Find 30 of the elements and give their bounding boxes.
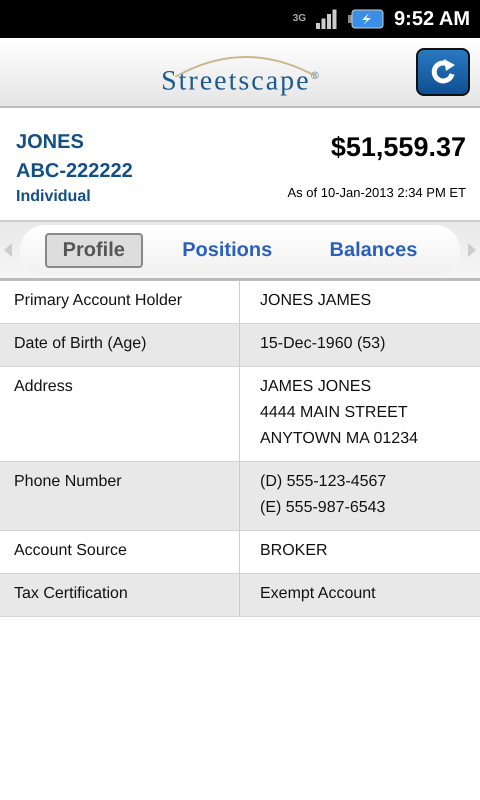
account-number: ABC-222222 [16, 159, 133, 184]
field-value: 15-Dec-1960 (53) [260, 335, 386, 353]
field-value: 4444 MAIN STREET [260, 404, 409, 422]
field-label: Phone Number [0, 462, 240, 530]
signal-icon [316, 9, 338, 29]
account-type: Individual [16, 187, 92, 207]
right-arrow-icon[interactable] [468, 243, 476, 257]
field-value: JONES JAMES [260, 292, 372, 310]
field-value: BROKER [260, 542, 329, 560]
field-label: Tax Certification [0, 574, 240, 616]
field-label: Primary Account Holder [0, 281, 240, 323]
field-value: (D) 555-123-4567 [260, 473, 388, 491]
network-type: 3G [292, 14, 306, 24]
tab[interactable]: Profile [44, 232, 143, 268]
clock-time: 9:52 AM [394, 8, 470, 30]
as-of-date: As of 10-Jan-2013 2:34 PM ET [288, 185, 466, 200]
field-value: Exempt Account [260, 585, 377, 603]
field-label: Address [0, 367, 240, 461]
field-value: ANYTOWN MA 01234 [260, 430, 419, 448]
field-value: JAMES JONES [260, 378, 372, 396]
field-label: Date of Birth (Age) [0, 324, 240, 366]
tab[interactable]: Positions [164, 232, 290, 268]
field-label: Account Source [0, 531, 240, 573]
field-value: (E) 555-987-6543 [260, 499, 386, 517]
battery-icon [348, 9, 384, 29]
account-name: JONES [16, 130, 85, 155]
account-balance: $51,559.37 [330, 132, 466, 163]
refresh-button[interactable] [416, 48, 470, 96]
tab[interactable]: Balances [312, 232, 436, 268]
left-arrow-icon[interactable] [4, 243, 12, 257]
